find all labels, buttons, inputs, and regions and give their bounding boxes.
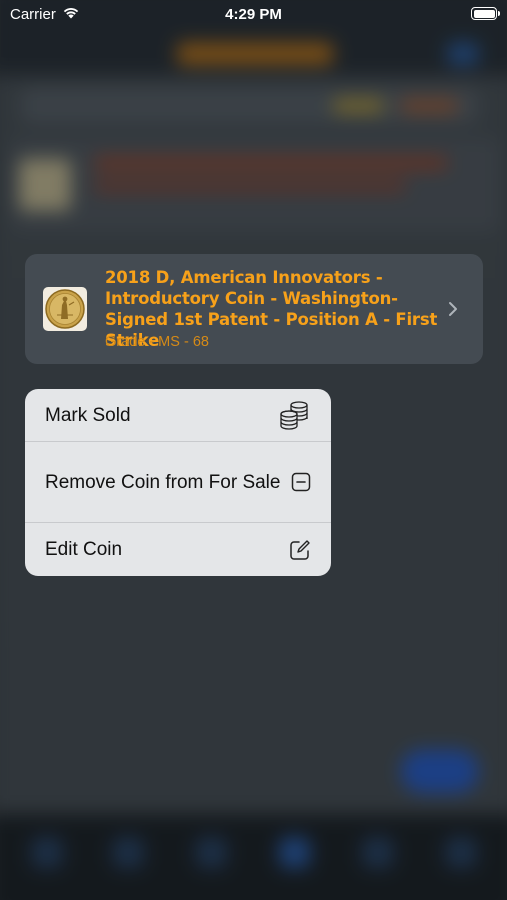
mark-sold-menu-item[interactable]: Mark Sold (25, 389, 331, 442)
remove-from-sale-menu-item[interactable]: Remove Coin from For Sale (25, 442, 331, 523)
coin-icon (43, 287, 87, 331)
menu-item-label: Mark Sold (45, 404, 131, 426)
battery-icon (471, 7, 500, 20)
minus-square-icon (291, 472, 311, 492)
edit-coin-menu-item[interactable]: Edit Coin (25, 523, 331, 576)
menu-item-label: Edit Coin (45, 539, 123, 560)
chevron-right-icon (449, 302, 457, 316)
status-bar: Carrier 4:29 PM (0, 0, 507, 30)
context-menu: Mark Sold Remove Coin from For Sale Edit… (25, 389, 331, 576)
edit-square-icon (290, 539, 310, 560)
coin-grade: Grade - MS - 68 (105, 334, 209, 350)
coin-preview-card[interactable]: 2018 D, American Innovators - Introducto… (25, 254, 483, 364)
status-time: 4:29 PM (225, 6, 282, 23)
coins-stack-icon (280, 401, 308, 430)
menu-item-label: Remove Coin from For Sale (45, 471, 281, 493)
